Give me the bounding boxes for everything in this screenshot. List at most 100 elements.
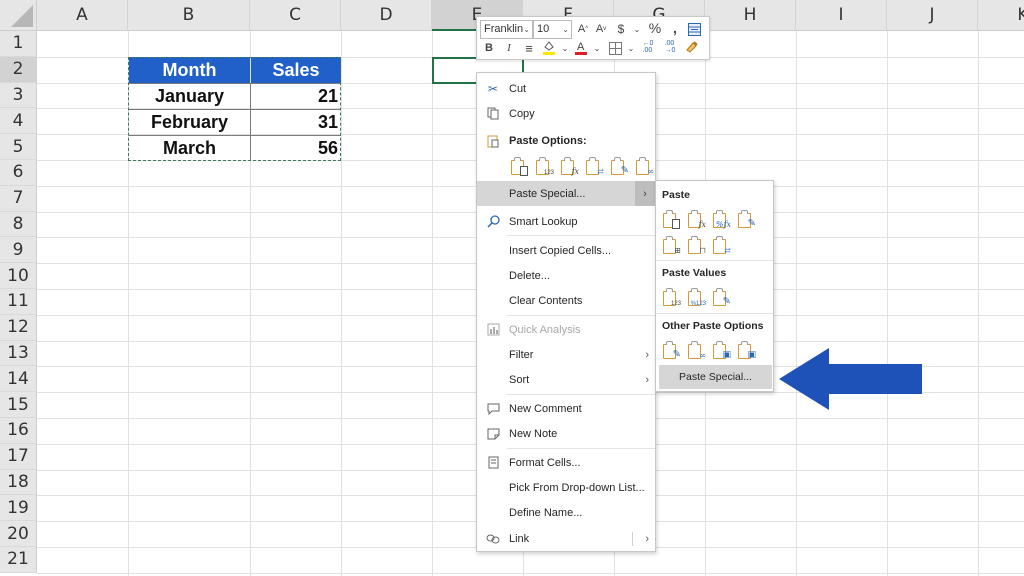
- search-icon: [486, 215, 500, 229]
- row-header-17[interactable]: 17: [0, 443, 37, 470]
- percent-icon[interactable]: %: [647, 20, 663, 36]
- row-header-16[interactable]: 16: [0, 418, 37, 444]
- paste-values-source-formatting-icon[interactable]: ✎: [712, 288, 731, 307]
- table-cell-sales[interactable]: 21: [251, 84, 341, 109]
- row-header-4[interactable]: 4: [0, 108, 37, 135]
- menu-item-insert-copied-cells[interactable]: Insert Copied Cells...: [477, 238, 655, 263]
- column-header-c[interactable]: C: [250, 0, 341, 31]
- paste-link-icon[interactable]: ∞: [687, 341, 706, 360]
- split-divider: [632, 531, 633, 546]
- column-header-b[interactable]: B: [128, 0, 250, 31]
- currency-icon[interactable]: $: [613, 21, 629, 37]
- paste-option-paste-icon[interactable]: [510, 157, 528, 176]
- font-name-select[interactable]: Franklin ⌄: [480, 20, 533, 39]
- row-header-19[interactable]: 19: [0, 495, 37, 522]
- menu-item-filter[interactable]: Filter ›: [477, 342, 655, 367]
- row-header-10[interactable]: 10: [0, 263, 37, 289]
- paste-keep-column-widths-icon[interactable]: ⊓: [687, 236, 706, 255]
- row-header-9[interactable]: 9: [0, 237, 37, 264]
- increase-font-size-icon[interactable]: A ^: [575, 21, 591, 37]
- menu-item-label: Delete...: [509, 269, 550, 282]
- column-header-d[interactable]: D: [341, 0, 432, 31]
- row-header-15[interactable]: 15: [0, 392, 37, 418]
- paste-formatting-icon[interactable]: ✎: [662, 341, 681, 360]
- menu-item-new-comment[interactable]: New Comment: [477, 396, 655, 421]
- chevron-down-icon[interactable]: ⌄: [623, 40, 639, 56]
- table-cell-month[interactable]: January: [129, 84, 250, 109]
- row-header-18[interactable]: 18: [0, 469, 37, 496]
- row-header-3[interactable]: 3: [0, 82, 37, 109]
- font-size-select[interactable]: 10 ⌄: [533, 20, 572, 39]
- merge-center-icon[interactable]: [686, 21, 702, 37]
- paste-picture-icon[interactable]: ▣: [712, 341, 731, 360]
- column-header-h[interactable]: H: [705, 0, 796, 31]
- paste-option-formulas-icon[interactable]: fx: [560, 157, 579, 176]
- paste-option-link-icon[interactable]: ∞: [635, 157, 654, 176]
- row-header-7[interactable]: 7: [0, 185, 37, 212]
- row-header-12[interactable]: 12: [0, 314, 37, 341]
- format-painter-icon[interactable]: [684, 39, 700, 55]
- increase-decimal-icon[interactable]: ←0.00: [640, 39, 656, 55]
- column-header-k[interactable]: K: [978, 0, 1024, 31]
- fill-color-icon[interactable]: [541, 39, 557, 55]
- menu-item-new-note[interactable]: New Note: [477, 421, 655, 446]
- paste-special-dialog-button[interactable]: Paste Special...: [659, 365, 772, 389]
- paste-formulas-icon[interactable]: fx: [687, 210, 706, 229]
- menu-item-cut[interactable]: ✂ Cut: [477, 76, 655, 101]
- table-cell-sales[interactable]: 56: [251, 136, 341, 161]
- row-header-6[interactable]: 6: [0, 160, 37, 186]
- table-border: [129, 109, 341, 110]
- menu-item-link[interactable]: Link ›: [477, 526, 655, 551]
- italic-icon[interactable]: I: [501, 40, 517, 56]
- row-header-2[interactable]: 2: [0, 56, 37, 83]
- table-header-month[interactable]: Month: [129, 57, 250, 83]
- row-header-20[interactable]: 20: [0, 521, 37, 547]
- row-header-11[interactable]: 11: [0, 289, 37, 315]
- decrease-font-size-icon[interactable]: Av: [593, 21, 609, 37]
- table-cell-month[interactable]: March: [129, 136, 250, 161]
- row-header-8[interactable]: 8: [0, 211, 37, 238]
- decrease-decimal-icon[interactable]: .00 →0: [662, 39, 678, 55]
- paste-transpose-icon[interactable]: ⇄: [712, 236, 731, 255]
- paste-icon[interactable]: [662, 210, 680, 229]
- mini-toolbar: Franklin ⌄ 10 ⌄ A ^ Av $ ⌄ % , B I ≡ ⌄ A ⌄ …: [476, 16, 710, 60]
- paste-no-borders-icon[interactable]: ⊞: [662, 236, 681, 255]
- column-header-j[interactable]: J: [887, 0, 978, 31]
- paste-keep-source-formatting-icon[interactable]: ✎: [737, 210, 756, 229]
- paste-option-values-icon[interactable]: 123: [535, 157, 554, 176]
- column-header-i[interactable]: I: [796, 0, 887, 31]
- table-header-sales[interactable]: Sales: [251, 57, 341, 83]
- menu-item-smart-lookup[interactable]: Smart Lookup: [477, 209, 655, 234]
- paste-values-icon[interactable]: 123: [662, 288, 681, 307]
- chevron-down-icon[interactable]: ⌄: [589, 40, 605, 56]
- menu-item-copy[interactable]: Copy: [477, 101, 655, 126]
- bold-icon[interactable]: B: [481, 40, 497, 56]
- menu-item-clear-contents[interactable]: Clear Contents: [477, 288, 655, 313]
- menu-item-sort[interactable]: Sort ›: [477, 367, 655, 392]
- menu-item-format-cells[interactable]: Format Cells...: [477, 450, 655, 475]
- row-header-1[interactable]: 1: [0, 31, 37, 57]
- select-all-button[interactable]: [0, 0, 37, 31]
- paste-linked-picture-icon[interactable]: ▣: [737, 341, 756, 360]
- paste-option-formatting-icon[interactable]: ✎: [610, 157, 629, 176]
- chevron-down-icon[interactable]: ⌄: [557, 40, 573, 56]
- menu-item-delete[interactable]: Delete...: [477, 263, 655, 288]
- comma-style-icon[interactable]: ,: [667, 20, 683, 36]
- row-header-13[interactable]: 13: [0, 340, 37, 367]
- table-cell-month[interactable]: February: [129, 110, 250, 135]
- row-header-5[interactable]: 5: [0, 134, 37, 160]
- chevron-down-icon[interactable]: ⌄: [629, 21, 645, 37]
- font-color-icon[interactable]: A: [573, 39, 589, 55]
- paste-option-transpose-icon[interactable]: ⇄: [585, 157, 604, 176]
- align-center-icon[interactable]: ≡: [521, 40, 537, 56]
- column-header-a[interactable]: A: [37, 0, 128, 31]
- table-cell-sales[interactable]: 31: [251, 110, 341, 135]
- paste-formulas-number-formatting-icon[interactable]: %fx: [712, 210, 731, 229]
- borders-icon[interactable]: [607, 40, 623, 56]
- row-header-21[interactable]: 21: [0, 547, 37, 573]
- row-header-14[interactable]: 14: [0, 366, 37, 393]
- menu-item-define-name[interactable]: Define Name...: [477, 500, 655, 525]
- paste-values-number-formatting-icon[interactable]: %123: [687, 288, 706, 307]
- menu-item-pick-from-dropdown[interactable]: Pick From Drop-down List...: [477, 475, 655, 500]
- menu-item-paste-special[interactable]: Paste Special... ›: [477, 181, 655, 206]
